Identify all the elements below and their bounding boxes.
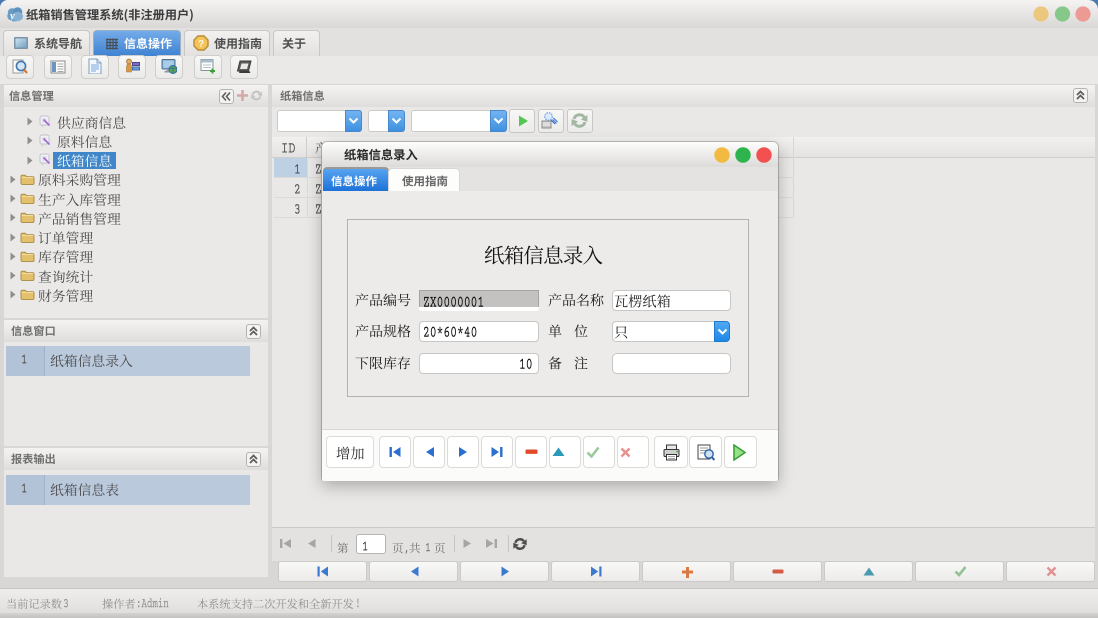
- svg-text:?: ?: [198, 39, 204, 50]
- svg-text:y: y: [8, 10, 15, 22]
